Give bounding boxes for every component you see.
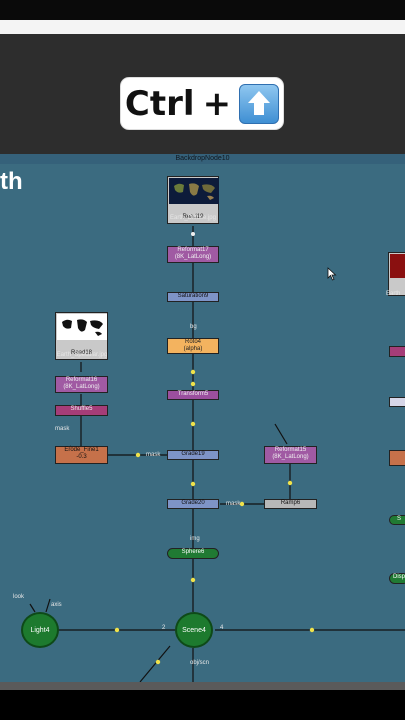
earth-specular-thumbnail [57, 314, 107, 340]
erode-fine1-node[interactable]: Erode_Fine1 -0.3 [55, 446, 108, 464]
edge-label-look: look [13, 594, 25, 600]
scene4-node[interactable]: Scene4 [175, 612, 213, 648]
edge-label-bg: bg [190, 324, 197, 330]
top-white-strip [0, 20, 405, 34]
edge-label-objscn: obj/scn [190, 660, 210, 666]
sphere6-node[interactable]: Sphere6 [167, 548, 219, 559]
shift-key-icon [239, 83, 280, 124]
edge-label-img: img [190, 536, 200, 542]
transform5-node[interactable]: Transform5 [167, 390, 219, 400]
reformat17-sub: (8K_LatLong) [174, 254, 212, 260]
edge-label-mask-3: mask [226, 501, 241, 507]
bottom-black-bar [0, 690, 405, 720]
reformat16-sub: (8K_LatLong) [63, 384, 100, 390]
plus-sign: + [202, 83, 232, 124]
reformat17-label: Reformat17 [177, 247, 209, 253]
roto4-label: Roto4 [184, 339, 201, 345]
roto4-node[interactable]: Roto4 (alpha) [167, 338, 219, 354]
edge-label-axis: axis [51, 602, 62, 608]
saturation9-node[interactable]: Saturation9 [167, 292, 219, 302]
grade19-node[interactable]: Grade19 [167, 450, 219, 460]
partial-s-label: S [396, 516, 401, 522]
read19-file: Earth_Diffuse.jpg [170, 215, 216, 221]
read18-file: Earth_Specular.jpg [56, 352, 108, 358]
sphere6-label: Sphere6 [181, 549, 205, 555]
top-black-bar [0, 0, 405, 20]
earth-diffuse-thumbnail [169, 178, 219, 204]
partial-disp-node[interactable]: Disp [389, 573, 405, 584]
keyboard-shortcut-badge: Ctrl + [121, 78, 283, 129]
reformat17-node[interactable]: Reformat17 (8K_LatLong) [167, 246, 219, 263]
shuffle5-node[interactable]: Shuffle5 [55, 405, 108, 416]
reformat16-label: Reformat16 [65, 377, 98, 383]
partial-green-node[interactable]: S [389, 515, 405, 525]
erode-fine1-label: Erode_Fine1 [64, 447, 99, 453]
scene4-input-2: 2 [162, 625, 166, 631]
grade20-node[interactable]: Grade20 [167, 499, 219, 509]
shuffle5-label: Shuffle5 [70, 406, 93, 412]
transform5-label: Transform5 [177, 391, 209, 397]
partial-red-thumbnail [390, 254, 405, 278]
partial-magenta-node[interactable] [389, 346, 405, 357]
ramp6-label: Ramp6 [280, 500, 301, 506]
bottom-scroll-bar[interactable] [0, 682, 405, 690]
grade20-label: Grade20 [181, 500, 205, 506]
edge-label-mask-1: mask [55, 426, 70, 432]
grade19-label: Grade19 [181, 451, 205, 457]
mouse-cursor-icon [327, 267, 337, 281]
edge-label-mask-2: mask [146, 452, 161, 458]
light4-label: Light4 [30, 626, 50, 634]
reformat16-node[interactable]: Reformat16 (8K_LatLong) [55, 376, 108, 393]
partial-read-node[interactable] [388, 252, 405, 296]
node-graph-canvas[interactable]: BackdropNode10 th Read19 Earth_Diffuse.j… [0, 154, 405, 682]
partial-earth-label: Earth [386, 291, 401, 297]
light4-node[interactable]: Light4 [21, 612, 59, 648]
reformat15-label: Reformat15 [274, 447, 307, 453]
saturation9-label: Saturation9 [177, 293, 209, 299]
ctrl-key-label: Ctrl [124, 83, 195, 124]
partial-orange-node[interactable] [389, 450, 405, 466]
partial-disp-label: Disp [392, 574, 405, 580]
erode-fine1-sub: -0.3 [76, 454, 87, 460]
ramp6-node[interactable]: Ramp6 [264, 499, 317, 509]
scene4-label: Scene4 [182, 626, 206, 634]
reformat15-node[interactable]: Reformat15 (8K_LatLong) [264, 446, 317, 464]
partial-white-node[interactable] [389, 397, 405, 407]
scene4-input-4: 4 [220, 625, 224, 631]
reformat15-sub: (8K_LatLong) [272, 454, 309, 460]
roto4-sub: (alpha) [183, 346, 203, 352]
